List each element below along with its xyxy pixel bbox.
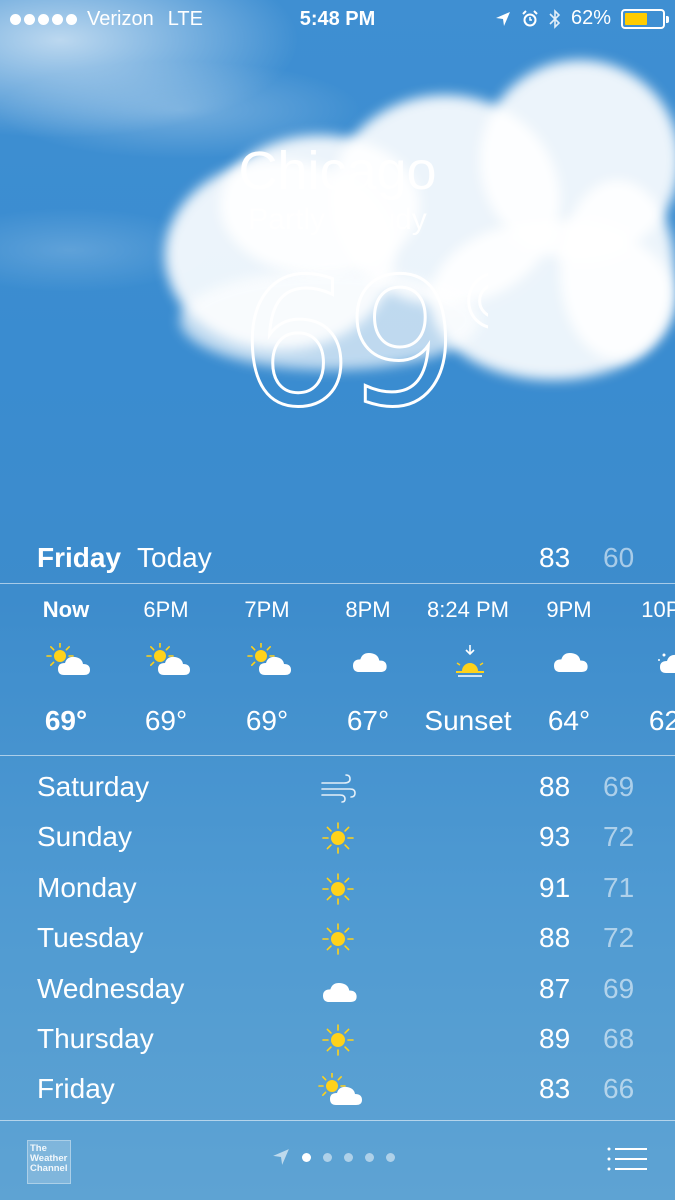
- sun-icon: [318, 872, 358, 906]
- daily-low: 69: [603, 972, 635, 1004]
- status-bar: Verizon LTE 5:48 PM 62%: [0, 0, 675, 38]
- daily-high: 88: [539, 771, 571, 802]
- daily-row: Thursday 89 68: [0, 1014, 675, 1064]
- hourly-time: 9PM: [546, 597, 592, 622]
- hourly-time: 8:24 PM: [427, 597, 509, 622]
- daily-row: Saturday 88 69: [0, 762, 675, 812]
- bottom-toolbar: The Weather Channel: [0, 1122, 675, 1200]
- location-arrow-icon: [495, 11, 510, 26]
- svg-text:69°: 69°: [240, 268, 488, 418]
- divider-middle: [0, 755, 675, 756]
- city-list-icon[interactable]: [606, 1146, 648, 1174]
- battery-level: [625, 12, 648, 25]
- wind-icon: [318, 771, 358, 805]
- current-temperature: 69°: [239, 268, 489, 418]
- daily-high: 91: [539, 871, 571, 903]
- daily-low: 71: [603, 871, 635, 903]
- city-name: Chicago: [238, 141, 437, 201]
- daily-low: 72: [603, 821, 635, 853]
- battery-icon: [621, 8, 669, 29]
- hourly-time: 8PM: [345, 597, 391, 622]
- cloud-icon: [549, 643, 593, 679]
- daily-day-name: Wednesday: [37, 972, 185, 1004]
- daily-high: 93: [539, 821, 571, 853]
- sun-icon: [318, 821, 358, 855]
- daily-row: Friday 83 66: [0, 1064, 675, 1114]
- divider-bottom: [0, 1120, 675, 1121]
- hourly-time: Now: [42, 597, 90, 622]
- page-dot[interactable]: [365, 1152, 374, 1162]
- hourly-time: 6PM: [143, 597, 189, 622]
- daily-high: 88: [539, 922, 571, 954]
- daily-forecast-list[interactable]: Saturday 88 69 Sunday 93 72 Monday 91 71 Tuesday 8…: [0, 762, 675, 1115]
- cloud-icon: [348, 643, 392, 679]
- hourly-temp: 62°: [648, 705, 675, 736]
- hourly-forecast[interactable]: Now 69° 6PM 69° 7PM 69° 8PM 67° 8:24 PM Sunset 9PM…: [0, 585, 675, 755]
- daily-day-name: Friday: [37, 1073, 115, 1105]
- sunset-icon: [448, 643, 492, 679]
- battery-percent: 62%: [570, 7, 611, 29]
- cloud-icon: [318, 973, 358, 1007]
- daily-low: 68: [603, 1022, 635, 1054]
- hourly-temp: 64°: [547, 705, 591, 736]
- daily-row: Tuesday 88 72: [0, 913, 675, 963]
- hourly-time: 7PM: [244, 597, 290, 622]
- today-low: 60: [603, 542, 635, 573]
- daily-high: 87: [539, 972, 571, 1004]
- hourly-temp: 69°: [144, 705, 188, 736]
- daily-day-name: Tuesday: [37, 922, 144, 954]
- today-summary-row: Friday Today 83 60: [0, 538, 675, 582]
- today-label: Today: [137, 542, 212, 573]
- weather-condition: Partly Cloudy: [248, 203, 427, 236]
- hourly-temp: Sunset: [424, 705, 512, 736]
- daily-day-name: Monday: [37, 871, 137, 903]
- sun-icon: [318, 1023, 358, 1057]
- daily-row: Sunday 93 72: [0, 812, 675, 862]
- page-dot[interactable]: [386, 1152, 395, 1162]
- hourly-temp: 69°: [44, 705, 88, 736]
- daily-row: Wednesday 87 69: [0, 964, 675, 1014]
- page-dot[interactable]: [323, 1152, 332, 1162]
- daily-low: 66: [603, 1073, 635, 1105]
- page-dot[interactable]: [344, 1152, 353, 1162]
- status-icons: 62%: [495, 7, 669, 30]
- partly-sunny-icon: [146, 642, 190, 679]
- alarm-icon: [522, 9, 538, 26]
- weather-channel-logo[interactable]: The Weather Channel: [27, 1140, 71, 1184]
- daily-day-name: Sunday: [37, 821, 132, 853]
- partly-sunny-icon: [318, 1072, 362, 1107]
- daily-row: Monday 91 71: [0, 863, 675, 913]
- today-day-name: Friday: [37, 542, 122, 573]
- daily-low: 72: [603, 922, 635, 954]
- daily-day-name: Thursday: [37, 1022, 154, 1054]
- daily-low: 69: [603, 771, 635, 802]
- daily-high: 89: [539, 1022, 571, 1054]
- partly-sunny-icon: [247, 642, 291, 679]
- page-dot[interactable]: [302, 1152, 311, 1162]
- partly-sunny-icon: [46, 642, 90, 679]
- partly-cloudy-night-icon: [650, 643, 675, 679]
- location-arrow-icon: [273, 1149, 289, 1165]
- divider-top: [0, 583, 675, 584]
- hourly-temp: 67°: [346, 705, 390, 736]
- hourly-temp: 69°: [245, 705, 289, 736]
- bluetooth-icon: [549, 8, 561, 29]
- hourly-time: 10PM: [641, 597, 675, 622]
- sun-icon: [318, 922, 358, 956]
- page-indicator[interactable]: [272, 1148, 395, 1166]
- today-high: 83: [539, 542, 571, 573]
- daily-day-name: Saturday: [37, 771, 150, 802]
- daily-high: 83: [539, 1073, 571, 1105]
